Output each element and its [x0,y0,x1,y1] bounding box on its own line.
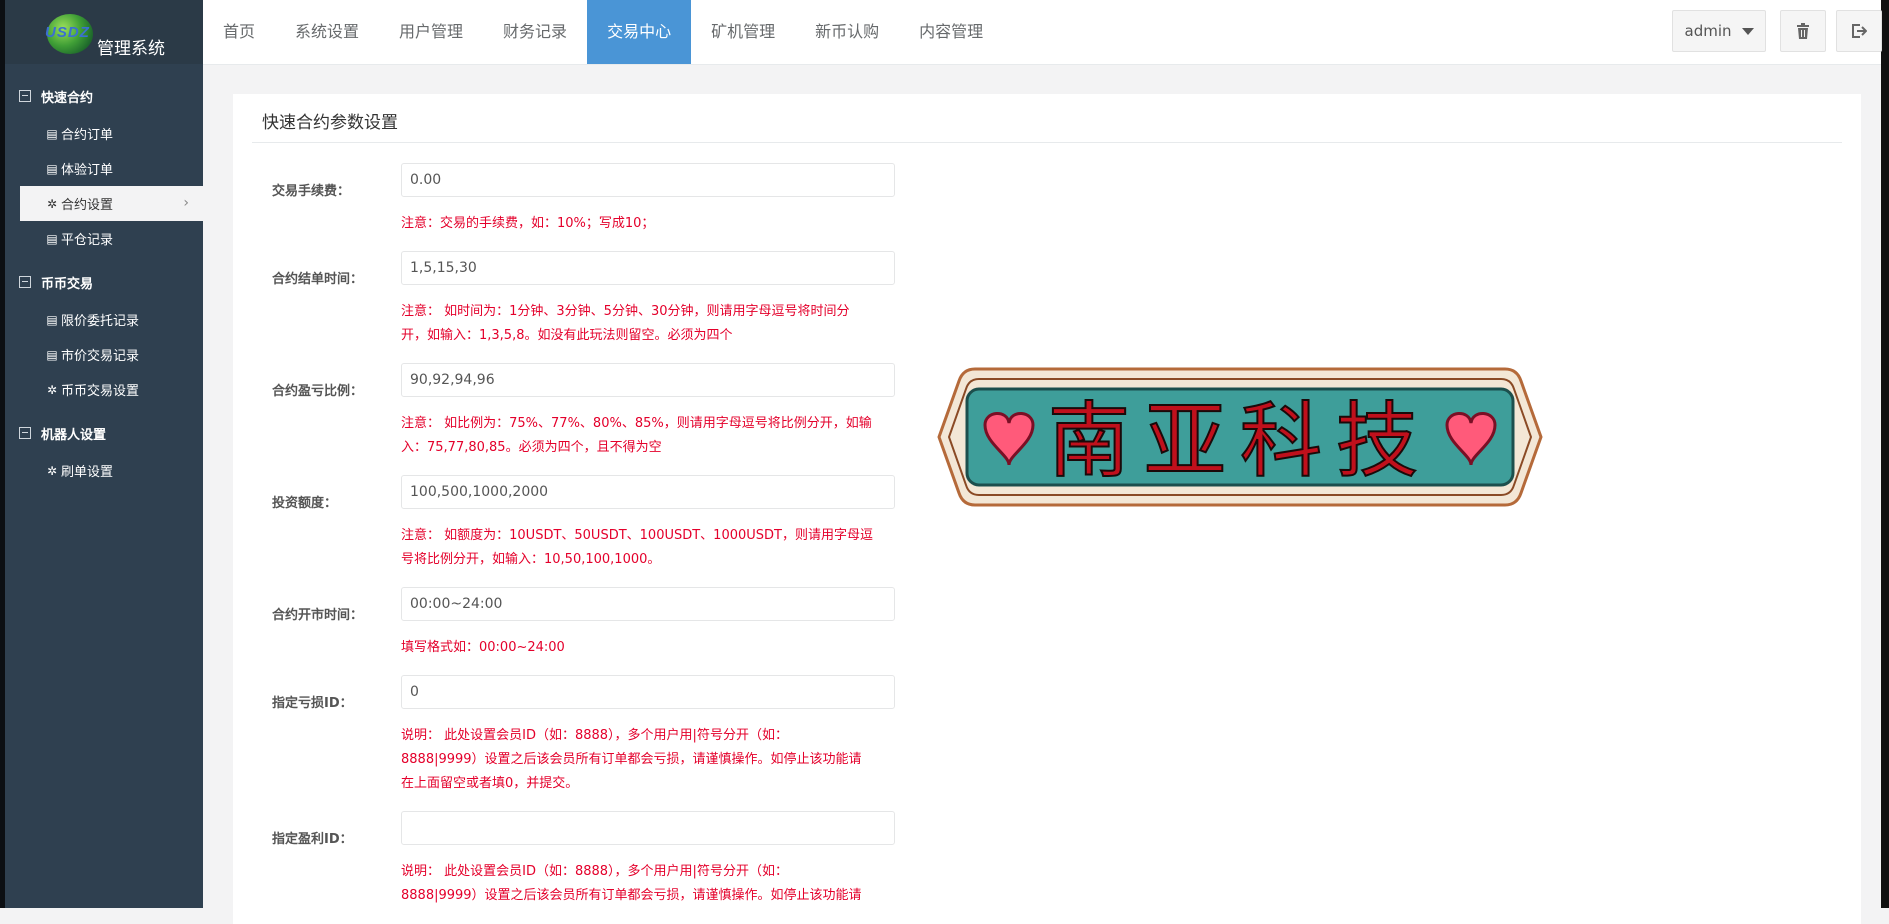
fee-label: 交易手续费： [272,184,351,199]
sidebar-group-header[interactable]: 快速合约 [5,76,203,116]
trash-icon [1797,23,1809,39]
nav-home[interactable]: 首页 [203,0,275,64]
collapse-icon [19,276,31,288]
sidebar-item-label: 币币交易设置 [61,384,140,399]
sidebar-item-label: 合约设置 [61,198,114,213]
sidebar-item-label: 市价交易记录 [61,349,140,364]
sidebar-item-label: 体验订单 [61,163,114,178]
list-icon: ▤ [46,126,58,141]
nav-new-coin-subscription[interactable]: 新币认购 [795,0,899,64]
loss-id-label: 指定亏损ID： [272,696,353,711]
sidebar-item-limit-orders[interactable]: ▤ 限价委托记录 [5,302,203,337]
main-nav: 首页 系统设置 用户管理 财务记录 交易中心 矿机管理 新币认购 内容管理 [203,0,1003,64]
list-icon: ▤ [46,312,58,327]
chevron-right-icon: › [183,195,189,211]
note-line: 填写格式如：00:00~24:00 [401,640,565,655]
open-time-label: 合约开市时间： [272,608,364,623]
sidebar-group-header[interactable]: 币币交易 [5,262,203,302]
profit-id-input[interactable] [401,811,895,845]
invest-amount-note: 注意： 如额度为：10USDT、50USDT、100USDT、1000USDT，… [401,524,901,572]
note-line: 入：75,77,80,85。必须为四个，且不得为空 [401,440,662,455]
gear-icon: ✲ [46,382,58,397]
loss-id-input[interactable] [401,675,895,709]
settle-time-input[interactable] [401,251,895,285]
panel-title: 快速合约参数设置 [262,113,398,133]
sidebar-group-title: 机器人设置 [41,427,107,443]
collapse-icon [19,427,31,439]
collapse-icon [19,90,31,102]
list-icon: ▤ [46,347,58,362]
sidebar-item-label: 合约订单 [61,128,114,143]
list-icon: ▤ [46,161,58,176]
note-line: 号将比例分开，如输入：10,50,100,1000。 [401,552,661,567]
note-line: 说明： 此处设置会员ID（如：8888），多个用户用|符号分开（如： [401,728,788,743]
logo-mark: USDZ [45,24,90,41]
note-line: 说明： 此处设置会员ID（如：8888），多个用户用|符号分开（如： [401,864,788,879]
sidebar-item-close-records[interactable]: ▤ 平仓记录 [5,221,203,256]
settle-time-label: 合约结单时间： [272,272,364,287]
admin-dropdown[interactable]: admin [1672,10,1766,52]
nav-mining-management[interactable]: 矿机管理 [691,0,795,64]
sidebar-group-header[interactable]: 机器人设置 [5,413,203,453]
caret-down-icon [1741,27,1754,35]
admin-label: admin [1684,22,1732,40]
watermark-text: 南亚科技 [1048,394,1432,489]
sidebar-group-title: 币币交易 [41,276,94,292]
gear-icon: ✲ [46,463,58,478]
open-time-note: 填写格式如：00:00~24:00 [401,636,901,660]
sidebar-group-title: 快速合约 [41,90,94,106]
note-line: 在上面留空或者填0，并提交。 [401,776,579,791]
gear-icon: ✲ [46,196,58,211]
sidebar-item-market-records[interactable]: ▤ 市价交易记录 [5,337,203,372]
sidebar-group-coin-trading: 币币交易 ▤ 限价委托记录 ▤ 市价交易记录 ✲ 币币交易设置 [5,262,203,407]
profit-ratio-note: 注意： 如比例为：75%、77%、80%、85%，则请用字母逗号将比例分开，如输… [401,412,901,460]
sidebar-group-robot: 机器人设置 ✲ 刷单设置 [5,413,203,488]
sidebar-item-label: 限价委托记录 [61,314,140,329]
profit-ratio-label: 合约盈亏比例： [272,384,364,399]
brand-logo[interactable]: USDZ 管理系统 [5,0,203,64]
divider [252,142,1842,143]
note-line: 注意： 如额度为：10USDT、50USDT、100USDT、1000USDT，… [401,528,873,543]
sidebar-item-label: 刷单设置 [61,465,114,480]
sidebar-item-coin-settings[interactable]: ✲ 币币交易设置 [5,372,203,407]
profit-id-label: 指定盈利ID： [272,832,353,847]
sidebar: USDZ 管理系统 快速合约 ▤ 合约订单 ▤ 体验订单 ✲ 合约设置 › ▤ 平仓记录… [5,0,203,908]
note-line: 注意： 如比例为：75%、77%、80%、85%，则请用字母逗号将比例分开，如输 [401,416,872,431]
sidebar-item-trial-orders[interactable]: ▤ 体验订单 [5,151,203,186]
sidebar-item-contract-settings[interactable]: ✲ 合约设置 › [20,186,203,221]
invest-amount-input[interactable] [401,475,895,509]
nav-user-management[interactable]: 用户管理 [379,0,483,64]
note-line: 注意： 如时间为：1分钟、3分钟、5分钟、30分钟，则请用字母逗号将时间分 [401,304,850,319]
settle-time-note: 注意： 如时间为：1分钟、3分钟、5分钟、30分钟，则请用字母逗号将时间分 开，… [401,300,901,348]
nav-finance-records[interactable]: 财务记录 [483,0,587,64]
nav-trading-center[interactable]: 交易中心 [587,0,692,64]
fee-note: 注意：交易的手续费，如：10%；写成10； [401,212,901,236]
note-line: 注意：交易的手续费，如：10%；写成10； [401,216,655,231]
sidebar-group-quick-contract: 快速合约 ▤ 合约订单 ▤ 体验订单 ✲ 合约设置 › ▤ 平仓记录 [5,76,203,256]
loss-id-note: 说明： 此处设置会员ID（如：8888），多个用户用|符号分开（如： 8888|… [401,724,901,796]
list-icon: ▤ [46,231,58,246]
sidebar-item-contract-orders[interactable]: ▤ 合约订单 [5,116,203,151]
logout-button[interactable] [1836,10,1882,52]
top-navbar: 首页 系统设置 用户管理 财务记录 交易中心 矿机管理 新币认购 内容管理 ad… [203,0,1882,65]
clear-cache-button[interactable] [1780,10,1826,52]
profit-id-note: 说明： 此处设置会员ID（如：8888），多个用户用|符号分开（如： 8888|… [401,860,901,908]
fee-input[interactable] [401,163,895,197]
note-line: 8888|9999）设置之后该会员所有订单都会亏损，请谨慎操作。如停止该功能请 [401,752,862,767]
open-time-input[interactable] [401,587,895,621]
invest-amount-label: 投资额度： [272,496,338,511]
watermark-banner: 南亚科技 [937,367,1543,507]
nav-system-settings[interactable]: 系统设置 [275,0,379,64]
note-line: 8888|9999）设置之后该会员所有订单都会亏损，请谨慎操作。如停止该功能请 [401,888,862,903]
sidebar-item-bot-settings[interactable]: ✲ 刷单设置 [5,453,203,488]
brand-title: 管理系统 [97,39,165,59]
window-edge-right [1881,0,1889,908]
note-line: 开，如输入：1,3,5,8。如没有此玩法则留空。必须为四个 [401,328,733,343]
sidebar-item-label: 平仓记录 [61,233,114,248]
nav-content-management[interactable]: 内容管理 [899,0,1003,64]
sign-out-icon [1852,24,1867,38]
profit-ratio-input[interactable] [401,363,895,397]
